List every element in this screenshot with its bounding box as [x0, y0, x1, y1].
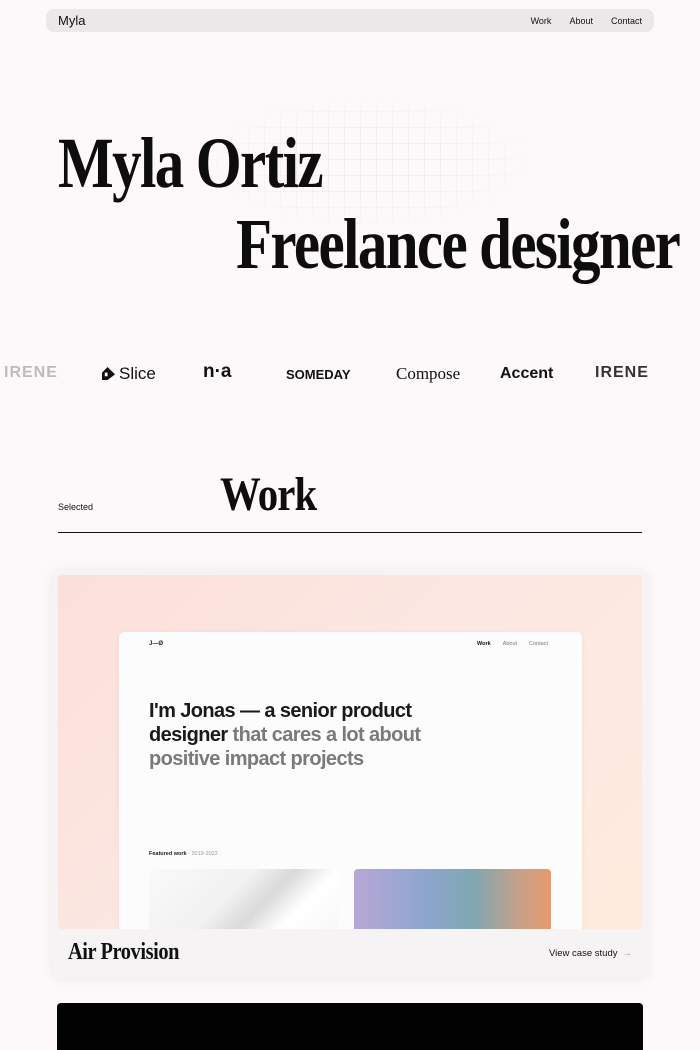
mockup-headline: I'm Jonas — a senior product designer th… — [149, 699, 449, 771]
project-card[interactable]: J—Ø Work About Contact I'm Jonas — a sen… — [51, 568, 649, 978]
mockup-featured-text: Featured work — [149, 851, 187, 857]
logo-irene-faded: IRENE — [4, 364, 58, 381]
next-project-card[interactable] — [57, 1003, 643, 1050]
nav-link-about[interactable]: About — [569, 16, 593, 26]
logo-slice: Slice — [102, 364, 156, 384]
hero-name: Myla Ortiz — [58, 123, 324, 203]
mockup-featured-label: Featured work · 2019-2022 — [149, 851, 218, 857]
mockup-thumbnail-right — [354, 869, 551, 929]
hero-role: Freelance designer — [236, 204, 681, 284]
mockup-nav-about: About — [502, 641, 518, 647]
nav-links: Work About Contact — [531, 16, 642, 26]
logo-irene: IRENE — [595, 364, 649, 381]
arrow-right-icon: → — [622, 948, 632, 959]
project-title: Air Provision — [68, 939, 180, 965]
section-divider — [58, 532, 642, 533]
work-section-label: Selected — [58, 502, 94, 512]
brand-logo[interactable]: Myla — [58, 13, 85, 28]
mockup-nav-work: Work — [477, 641, 491, 647]
logo-compose: Compose — [396, 364, 461, 383]
mockup-thumbnail-left — [149, 869, 339, 929]
work-section-title: Work — [220, 468, 317, 521]
logo-slice-label: Slice — [119, 364, 156, 383]
view-case-study-link[interactable]: View case study → — [549, 948, 632, 959]
top-nav: Myla Work About Contact — [46, 9, 654, 32]
preview-website-mockup: J—Ø Work About Contact I'm Jonas — a sen… — [119, 632, 582, 929]
mockup-featured-years: 2019-2022 — [191, 851, 218, 857]
nav-link-contact[interactable]: Contact — [611, 16, 642, 26]
logo-someday: SOMEDAY — [286, 367, 351, 382]
client-logo-strip: IRENE Slice n·a SOMEDAY Compose Accent I… — [0, 360, 700, 390]
mockup-nav: Work About Contact — [477, 641, 548, 647]
logo-na: n·a — [203, 361, 232, 382]
logo-accent: Accent — [500, 365, 554, 382]
mockup-brand: J—Ø — [149, 641, 164, 647]
mockup-nav-contact: Contact — [529, 641, 548, 647]
view-case-study-label: View case study — [549, 948, 618, 959]
slice-logo-icon — [102, 367, 115, 380]
project-preview-media: J—Ø Work About Contact I'm Jonas — a sen… — [58, 575, 642, 929]
nav-link-work[interactable]: Work — [531, 16, 552, 26]
